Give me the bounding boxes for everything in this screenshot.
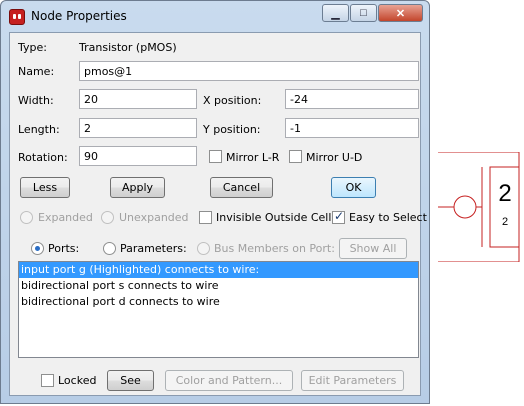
less-button[interactable]: Less [20, 177, 70, 198]
type-label: Type: [18, 41, 47, 54]
parameters-radio-label: Parameters: [120, 242, 187, 255]
window-title: Node Properties [31, 9, 127, 23]
dialog-body: Type: Transistor (pMOS) Name: Width: X p… [9, 32, 427, 396]
unexpanded-radio[interactable] [101, 211, 114, 224]
parameters-radio[interactable] [103, 242, 116, 255]
ok-button[interactable]: OK [331, 177, 376, 198]
inversion-bubble [453, 195, 477, 219]
x-position-label: X position: [203, 94, 262, 107]
easy-to-select-label: Easy to Select [349, 211, 427, 224]
ports-list[interactable]: input port g (Highlighted) connects to w… [18, 261, 419, 358]
expanded-radio[interactable] [20, 211, 33, 224]
bus-members-radio[interactable] [197, 242, 210, 255]
length-input[interactable] [79, 118, 197, 138]
color-and-pattern-button[interactable]: Color and Pattern... [165, 370, 293, 391]
transistor-body [489, 166, 520, 248]
name-label: Name: [18, 65, 55, 78]
y-position-label: Y position: [203, 123, 261, 136]
locked-label: Locked [58, 374, 97, 387]
mirror-ud-label: Mirror U-D [306, 151, 363, 164]
rotation-label: Rotation: [18, 151, 68, 164]
schematic-big-label: 2 [498, 180, 511, 207]
width-input[interactable] [79, 89, 197, 109]
ports-radio[interactable] [31, 242, 44, 255]
easy-to-select-checkbox[interactable] [332, 209, 345, 224]
expanded-label: Expanded [38, 211, 93, 224]
width-label: Width: [18, 94, 54, 107]
x-position-input[interactable] [285, 89, 419, 109]
unexpanded-label: Unexpanded [119, 211, 189, 224]
y-position-input[interactable] [285, 118, 419, 138]
locked-checkbox[interactable] [41, 374, 54, 387]
title-bar[interactable]: Node Properties ▁ □ ✕ [1, 1, 429, 31]
list-item[interactable]: bidirectional port d connects to wire [19, 294, 418, 310]
edit-parameters-button[interactable]: Edit Parameters [301, 370, 404, 391]
electric-app-icon [9, 9, 25, 25]
type-value: Transistor (pMOS) [79, 41, 177, 54]
node-properties-window: Node Properties ▁ □ ✕ Type: Transistor (… [0, 0, 430, 404]
ports-radio-label: Ports: [48, 242, 80, 255]
rotation-input[interactable] [79, 146, 197, 166]
mirror-lr-label: Mirror L-R [226, 151, 280, 164]
name-input[interactable] [79, 61, 419, 81]
cancel-button[interactable]: Cancel [210, 177, 273, 198]
schematic-small-label: 2 [502, 216, 508, 228]
apply-button[interactable]: Apply [110, 177, 165, 198]
list-item[interactable]: bidirectional port s connects to wire [19, 278, 418, 294]
bus-members-label: Bus Members on Port: [214, 242, 335, 255]
show-all-button[interactable]: Show All [339, 238, 407, 259]
see-button[interactable]: See [107, 370, 154, 391]
minimize-button[interactable]: ▁ [322, 4, 349, 22]
invisible-outside-cell-checkbox[interactable] [199, 211, 212, 224]
mirror-lr-checkbox[interactable] [209, 150, 222, 163]
close-button[interactable]: ✕ [378, 4, 423, 22]
list-item[interactable]: input port g (Highlighted) connects to w… [19, 262, 418, 278]
length-label: Length: [18, 123, 60, 136]
pmos-transistor-schematic: 2 2 [438, 152, 520, 262]
invisible-outside-cell-label: Invisible Outside Cell [216, 211, 332, 224]
maximize-button[interactable]: □ [350, 4, 377, 22]
mirror-ud-checkbox[interactable] [289, 150, 302, 163]
